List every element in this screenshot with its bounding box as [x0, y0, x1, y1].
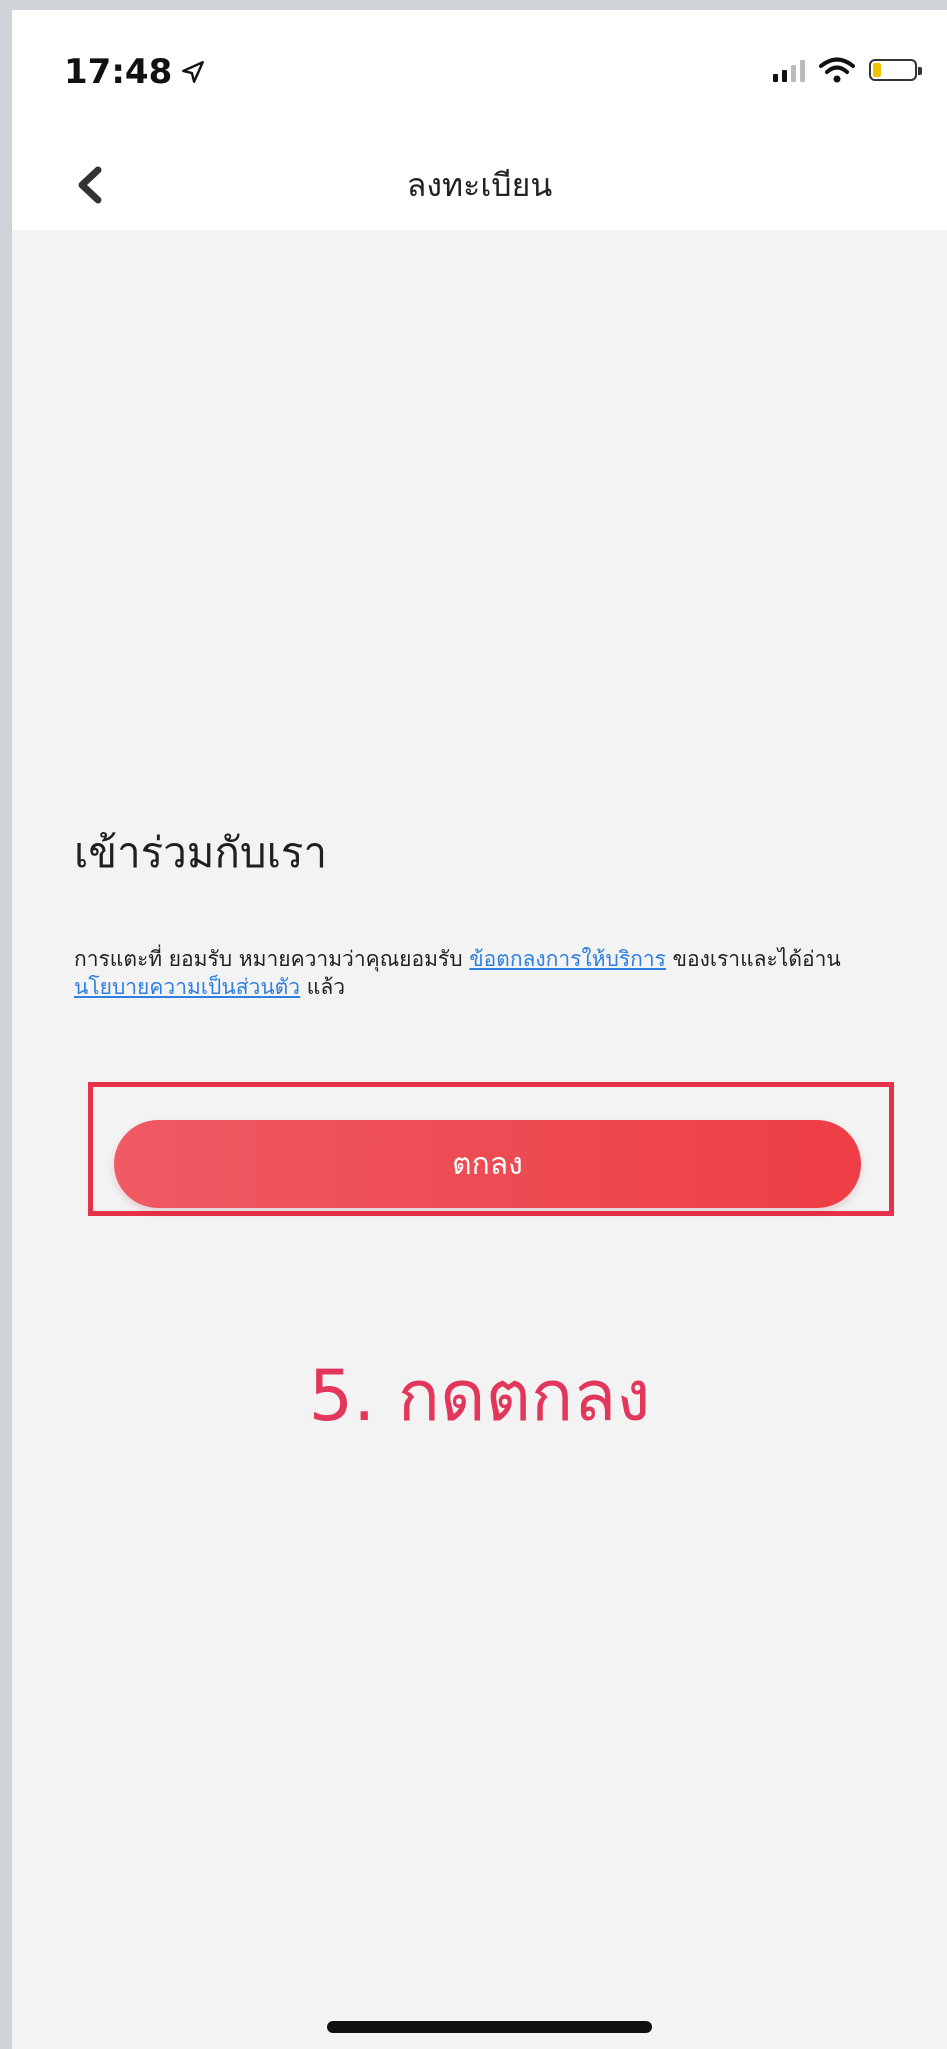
- time-text: 17:48: [64, 52, 173, 92]
- status-bar: 17:48: [12, 10, 947, 140]
- terms-of-service-link[interactable]: ข้อตกลงการให้บริการ: [469, 947, 666, 971]
- page-title: ลงทะเบียน: [406, 166, 553, 204]
- wifi-icon: [819, 57, 855, 83]
- home-indicator[interactable]: [327, 2021, 652, 2033]
- step-caption: 5. กดตกลง: [308, 1355, 651, 1437]
- accept-button[interactable]: ตกลง: [114, 1120, 861, 1208]
- main-content: เข้าร่วมกับเรา การแตะที่ ยอมรับ หมายความ…: [12, 230, 947, 2049]
- status-indicators: [773, 56, 922, 84]
- terms-part-3: แล้ว: [300, 975, 345, 999]
- privacy-policy-link[interactable]: นโยบายความเป็นส่วนตัว: [74, 975, 300, 999]
- navigation-bar: ลงทะเบียน: [12, 140, 947, 230]
- battery-icon: [869, 59, 922, 81]
- terms-part-2: ของเราและได้อ่าน: [665, 947, 841, 971]
- signal-icon: [773, 58, 805, 82]
- location-arrow-icon: [182, 61, 205, 83]
- join-heading: เข้าร่วมกับเรา: [74, 828, 328, 877]
- status-time: 17:48: [64, 52, 206, 92]
- phone-screen: 17:48 ลงทะเบียน เข้าร่วมกับเรา การแตะที่…: [12, 10, 947, 2049]
- terms-part-1: การแตะที่ ยอมรับ หมายความว่าคุณยอมรับ: [74, 947, 470, 971]
- terms-text: การแตะที่ ยอมรับ หมายความว่าคุณยอมรับ ข้…: [74, 945, 904, 1001]
